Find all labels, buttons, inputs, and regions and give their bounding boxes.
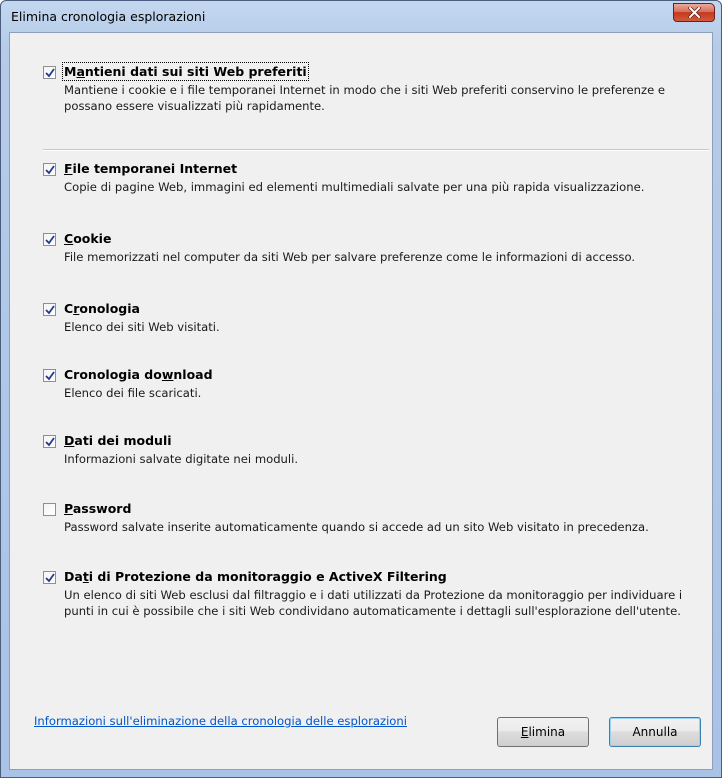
close-button[interactable] xyxy=(673,3,715,22)
checkmark-icon xyxy=(45,165,55,175)
checkmark-icon xyxy=(45,437,55,447)
window-title: Elimina cronologia esplorazioni xyxy=(11,9,206,24)
option-title-download-history[interactable]: Cronologia download xyxy=(64,367,213,382)
option-description-passwords: Password salvate inserite automaticament… xyxy=(64,520,649,534)
dialog-content: Mantieni dati sui siti Web preferiti Mant… xyxy=(9,32,713,770)
option-description-temp-internet-files: Copie di pagine Web, immagini ed element… xyxy=(64,180,645,194)
checkbox-cookies[interactable] xyxy=(43,233,56,246)
checkbox-history[interactable] xyxy=(43,303,56,316)
option-description-preserve-favorites: Mantiene i cookie e i file temporanei In… xyxy=(64,83,666,113)
delete-button[interactable]: Elimina xyxy=(497,717,589,747)
checkmark-icon xyxy=(45,235,55,245)
checkmark-icon xyxy=(45,68,55,78)
checkbox-tracking-protection[interactable] xyxy=(43,571,56,584)
checkmark-icon xyxy=(45,573,55,583)
option-description-form-data: Informazioni salvate digitate nei moduli… xyxy=(64,452,299,466)
checkbox-preserve-favorites[interactable] xyxy=(43,66,56,79)
checkmark-icon xyxy=(45,305,55,315)
option-title-passwords[interactable]: Password xyxy=(64,501,131,516)
option-title-cookies[interactable]: Cookie xyxy=(64,231,111,246)
cancel-button[interactable]: Annulla xyxy=(609,717,701,747)
option-title-preserve-favorites[interactable]: Mantieni dati sui siti Web preferiti xyxy=(62,62,309,81)
cancel-button-label: Annulla xyxy=(632,725,678,739)
option-title-temp-internet-files[interactable]: File temporanei Internet xyxy=(64,161,237,176)
checkmark-icon xyxy=(45,371,55,381)
option-title-tracking-protection[interactable]: Dati di Protezione da monitoraggio e Act… xyxy=(64,569,447,584)
option-description-tracking-protection: Un elenco di siti Web esclusi dal filtra… xyxy=(64,588,683,618)
delete-button-label: Elimina xyxy=(520,725,566,739)
dialog-window: Elimina cronologia esplorazioni Mantieni… xyxy=(0,0,722,778)
close-icon xyxy=(687,7,701,18)
checkbox-temp-internet-files[interactable] xyxy=(43,163,56,176)
title-bar[interactable]: Elimina cronologia esplorazioni xyxy=(1,1,721,33)
separator xyxy=(43,149,709,151)
help-link[interactable]: Informazioni sull'eliminazione della cro… xyxy=(34,714,407,728)
option-title-form-data[interactable]: Dati dei moduli xyxy=(64,433,172,448)
checkbox-download-history[interactable] xyxy=(43,369,56,382)
checkbox-form-data[interactable] xyxy=(43,435,56,448)
option-title-history[interactable]: Cronologia xyxy=(64,301,140,316)
option-description-history: Elenco dei siti Web visitati. xyxy=(64,320,220,334)
checkbox-passwords[interactable] xyxy=(43,503,56,516)
option-description-cookies: File memorizzati nel computer da siti We… xyxy=(64,250,636,264)
option-description-download-history: Elenco dei file scaricati. xyxy=(64,386,202,400)
